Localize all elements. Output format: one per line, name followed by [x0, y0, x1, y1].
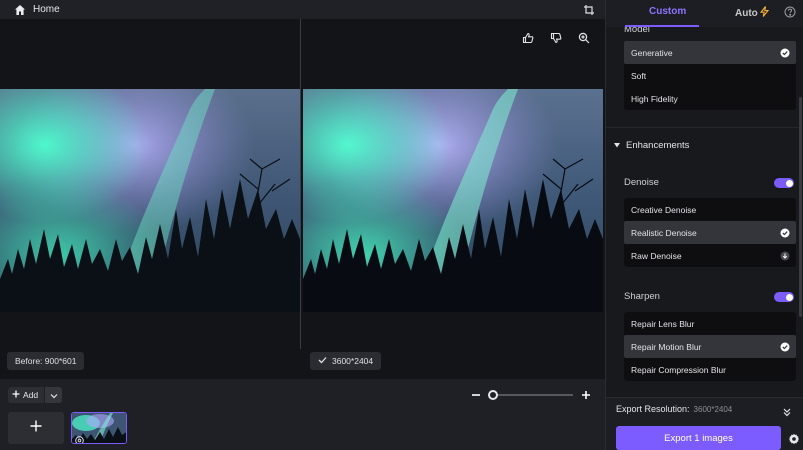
zoom-control: [470, 387, 592, 403]
denoise-option-creative[interactable]: Creative Denoise: [624, 198, 796, 221]
double-chevron-down-icon[interactable]: [782, 404, 792, 417]
check-circle-icon: [780, 48, 790, 58]
thumbs-up-icon[interactable]: [521, 31, 535, 45]
export-resolution-label: Export Resolution:: [616, 404, 690, 414]
zoom-slider[interactable]: [488, 390, 573, 400]
top-bar: Home: [0, 0, 605, 19]
export-resolution-value: 3600*2404: [693, 405, 733, 414]
minus-icon[interactable]: [470, 388, 482, 400]
image-compare-viewer[interactable]: Before: 900*601 3600*2404: [0, 19, 605, 379]
option-label: Repair Compression Blur: [631, 364, 726, 375]
export-resolution: Export Resolution: 3600*2404: [616, 404, 732, 414]
mode-tabs: Custom Auto: [606, 0, 803, 27]
denoise-option-raw[interactable]: Raw Denoise: [624, 244, 796, 267]
model-option-high-fidelity[interactable]: High Fidelity: [624, 87, 796, 110]
check-circle-icon: [780, 228, 790, 238]
option-label: Raw Denoise: [631, 250, 682, 261]
add-label: Add: [23, 390, 39, 400]
help-icon[interactable]: [784, 5, 796, 18]
model-options: Generative Soft High Fidelity: [624, 41, 796, 110]
option-label: Soft: [631, 70, 647, 81]
panel-scrollbar[interactable]: [799, 97, 802, 317]
crop-icon[interactable]: [583, 3, 595, 15]
add-image-tile[interactable]: [8, 412, 64, 444]
chevron-down-icon: [50, 387, 58, 403]
model-label: Model: [624, 27, 650, 35]
home-icon[interactable]: [14, 4, 26, 16]
model-option-generative[interactable]: Generative: [624, 41, 796, 64]
add-button-group: Add: [8, 387, 63, 403]
option-label: Realistic Denoise: [631, 227, 697, 238]
tab-auto-label: Auto: [735, 7, 758, 19]
check-icon: [318, 356, 327, 366]
image-thumbnail[interactable]: [71, 412, 127, 444]
before-resolution-badge: Before: 900*601: [7, 352, 85, 370]
check-circle-icon: [780, 342, 790, 352]
export-section: Export Resolution: 3600*2404 Export 1 im…: [606, 397, 803, 450]
before-image: [0, 89, 300, 312]
download-icon[interactable]: [780, 251, 790, 261]
add-button[interactable]: Add: [8, 387, 45, 403]
compare-divider[interactable]: [300, 19, 301, 349]
plus-icon: [12, 390, 20, 400]
settings-panel: Custom Auto Model Generative Soft High F…: [605, 0, 803, 450]
denoise-option-realistic[interactable]: Realistic Denoise: [624, 221, 796, 244]
editor-area: Home Before: 900*601 3600*2404 Add: [0, 0, 605, 450]
caret-down-icon: [614, 140, 620, 151]
sharpen-option-compression-blur[interactable]: Repair Compression Blur: [624, 358, 796, 381]
sharpen-toggle[interactable]: [774, 292, 794, 302]
add-dropdown-button[interactable]: [45, 387, 63, 403]
option-label: Repair Lens Blur: [631, 318, 695, 329]
eye-icon[interactable]: [75, 432, 84, 443]
enhancements-title: Enhancements: [626, 140, 690, 151]
denoise-options: Creative Denoise Realistic Denoise Raw D…: [624, 198, 796, 267]
denoise-label: Denoise: [624, 177, 659, 188]
export-button[interactable]: Export 1 images: [616, 426, 781, 450]
gear-icon[interactable]: [788, 432, 800, 445]
sharpen-option-lens-blur[interactable]: Repair Lens Blur: [624, 312, 796, 335]
option-label: Generative: [631, 47, 673, 58]
lightning-icon: [759, 6, 769, 20]
option-label: Repair Motion Blur: [631, 341, 702, 352]
sharpen-label: Sharpen: [624, 291, 660, 302]
zoom-in-icon[interactable]: [577, 31, 591, 45]
after-image: [303, 89, 603, 312]
plus-icon[interactable]: [580, 388, 592, 400]
tab-auto[interactable]: Auto: [735, 6, 769, 20]
before-resolution-label: Before: 900*601: [15, 356, 77, 366]
enhancements-header[interactable]: Enhancements: [614, 140, 689, 151]
sharpen-option-motion-blur[interactable]: Repair Motion Blur: [624, 335, 796, 358]
plus-icon: [30, 419, 42, 437]
sharpen-options: Repair Lens Blur Repair Motion Blur Repa…: [624, 312, 796, 381]
denoise-toggle[interactable]: [774, 178, 794, 188]
after-resolution-label: 3600*2404: [332, 356, 374, 366]
settings-scroll-area[interactable]: Model Generative Soft High Fidelity Enha…: [606, 27, 803, 397]
filmstrip-bar: Add: [0, 379, 605, 450]
zoom-slider-thumb[interactable]: [488, 390, 498, 400]
tab-custom[interactable]: Custom: [649, 6, 686, 17]
option-label: Creative Denoise: [631, 204, 697, 215]
home-link[interactable]: Home: [33, 4, 60, 15]
after-resolution-badge: 3600*2404: [310, 352, 382, 370]
app-window: Home Before: 900*601 3600*2404 Add Custo…: [0, 0, 803, 450]
model-option-soft[interactable]: Soft: [624, 64, 796, 87]
thumbs-down-icon[interactable]: [549, 31, 563, 45]
section-divider: [606, 127, 803, 128]
option-label: High Fidelity: [631, 93, 678, 104]
